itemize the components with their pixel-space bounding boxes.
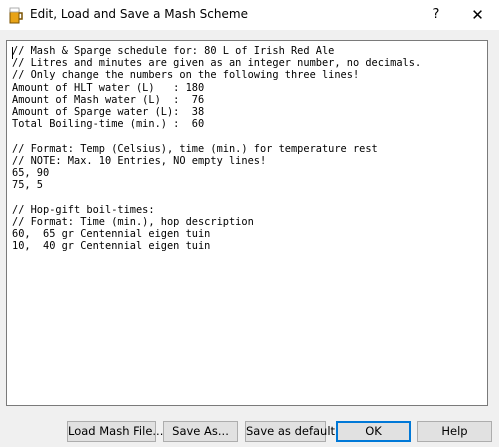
editor-line: Amount of Mash water (L) : 76 — [12, 93, 205, 106]
editor-line: Amount of HLT water (L) : 180 — [12, 81, 205, 94]
help-button[interactable]: Help — [417, 421, 492, 442]
save-as-default-button[interactable]: Save as default — [245, 421, 335, 442]
editor-line: // Only change the numbers on the follow… — [12, 69, 360, 82]
editor-line: 75, 5 — [12, 179, 43, 192]
editor-line: // NOTE: Max. 10 Entries, NO empty lines… — [12, 154, 267, 167]
text-caret — [12, 47, 13, 59]
editor-line: // Format: Temp (Celsius), time (min.) f… — [12, 142, 378, 155]
editor-line: // Litres and minutes are given as an in… — [12, 57, 422, 70]
ok-button[interactable]: OK — [336, 421, 411, 442]
editor-line: 65, 90 — [12, 167, 50, 180]
help-title-button[interactable]: ? — [421, 0, 451, 30]
editor-line: 10, 40 gr Centennial eigen tuin — [12, 240, 211, 253]
close-button[interactable]: ✕ — [456, 0, 499, 30]
editor-line: // Hop-gift boil-times: — [12, 203, 155, 216]
editor-line: 60, 65 gr Centennial eigen tuin — [12, 228, 211, 241]
beer-mug-icon — [9, 7, 23, 24]
load-mash-file-button[interactable]: Load Mash File... — [67, 421, 163, 442]
editor-content[interactable]: // Mash & Sparge schedule for: 80 L of I… — [12, 45, 487, 252]
save-as-button[interactable]: Save As... — [163, 421, 238, 442]
editor-line: // Format: Time (min.), hop description — [12, 215, 254, 228]
title-bar: Edit, Load and Save a Mash Scheme ? ✕ — [0, 0, 499, 30]
editor-line: Amount of Sparge water (L): 38 — [12, 106, 205, 119]
mash-scheme-editor[interactable]: // Mash & Sparge schedule for: 80 L of I… — [6, 40, 488, 406]
editor-line: Total Boiling-time (min.) : 60 — [12, 118, 205, 131]
window-title: Edit, Load and Save a Mash Scheme — [30, 7, 248, 21]
editor-line: // Mash & Sparge schedule for: 80 L of I… — [12, 45, 335, 57]
